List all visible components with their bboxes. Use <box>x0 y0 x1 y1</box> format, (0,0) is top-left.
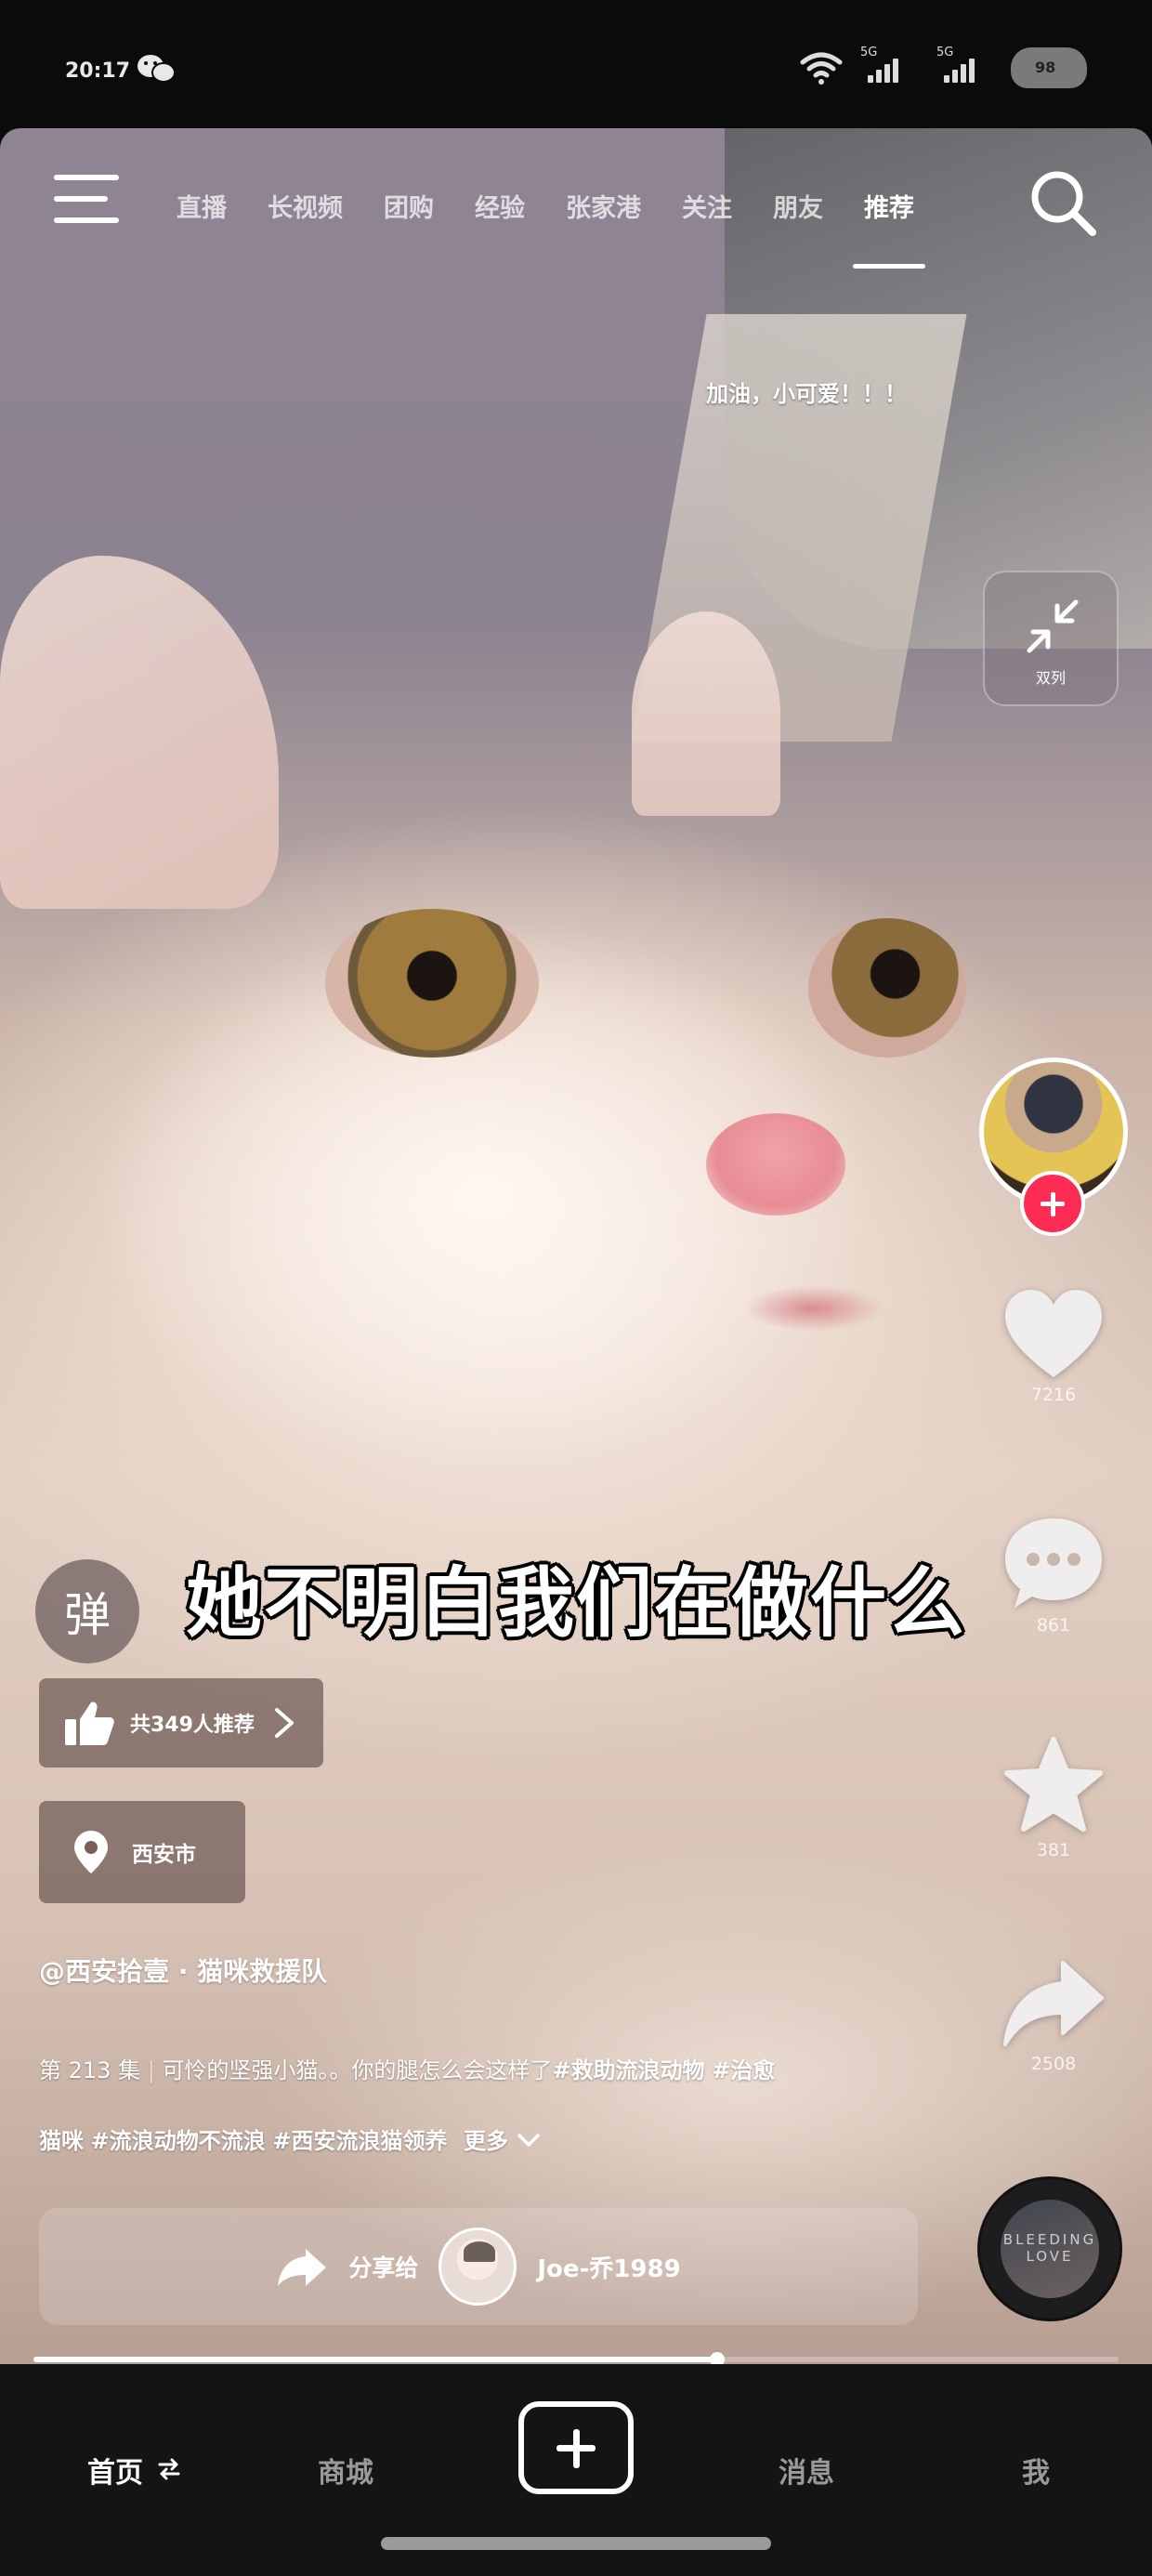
chevron-right-icon <box>274 1708 294 1738</box>
video-cat-ear <box>0 556 279 909</box>
friend-avatar <box>439 2228 517 2306</box>
share-arrow-icon <box>1003 1961 1104 2046</box>
more-label: 更多 <box>464 2128 509 2154</box>
location-pin-icon <box>74 1831 108 1873</box>
video-progress-bar[interactable] <box>33 2352 1119 2367</box>
recommend-label: 共349人推荐 <box>130 1714 255 1737</box>
heart-icon <box>1005 1290 1102 1377</box>
dual-column-button[interactable]: 双列 <box>983 571 1119 706</box>
signal-tag: 5G <box>860 46 878 59</box>
swap-icon <box>158 2458 180 2480</box>
status-time: 20:17 <box>65 59 131 83</box>
like-button[interactable]: 7216 <box>988 1288 1119 1405</box>
tab-experience[interactable]: 经验 <box>475 188 525 224</box>
tab-group-buy[interactable]: 团购 <box>384 188 434 224</box>
wifi-icon <box>800 52 843 85</box>
search-icon[interactable] <box>1026 165 1100 240</box>
favorite-button[interactable]: 381 <box>988 1736 1119 1860</box>
video-cat-eye <box>808 918 966 1058</box>
share-to-friend-bar[interactable]: 分享给 Joe-乔1989 <box>39 2208 918 2325</box>
battery-icon: 98 <box>1011 47 1087 88</box>
hashtag[interactable]: #流浪动物不流浪 <box>91 2128 266 2154</box>
signal-icon: 5G <box>935 46 996 86</box>
signal-icon: 5G <box>858 46 920 86</box>
nav-home-label: 首页 <box>87 2457 143 2490</box>
dual-column-label: 双列 <box>1035 669 1066 687</box>
music-disc[interactable]: BLEEDING LOVE <box>977 2176 1122 2321</box>
top-nav: 直播 长视频 团购 经验 张家港 关注 朋友 推荐 <box>0 128 1152 277</box>
share-button[interactable]: 2508 <box>988 1957 1119 2074</box>
thumbs-up-icon <box>65 1702 114 1745</box>
home-indicator[interactable] <box>381 2537 771 2550</box>
recommend-pill[interactable]: 共349人推荐 <box>39 1678 323 1768</box>
danmaku-toggle-button[interactable]: 弹 <box>35 1559 139 1663</box>
status-right-group: 5G 5G 98 <box>799 45 1087 91</box>
description-text: 可怜的坚强小猫。。你的腿怎么会这样了 <box>162 2057 553 2083</box>
nav-me[interactable]: 我 <box>1022 2450 1050 2491</box>
danmaku-toggle-label: 弹 <box>64 1588 111 1642</box>
video-cat-eye <box>325 909 539 1058</box>
status-bar: 20:17 5G 5G 98 <box>0 0 1152 128</box>
signal-tag: 5G <box>936 46 954 59</box>
nav-mall[interactable]: 商城 <box>318 2450 373 2491</box>
music-disc-text: BLEEDING LOVE <box>1002 2231 1097 2265</box>
hashtag[interactable]: 猫咪 <box>39 2128 84 2154</box>
author-name[interactable]: @西安拾壹 · 猫咪救援队 <box>39 1952 327 1989</box>
follow-plus-icon[interactable] <box>1020 1171 1085 1236</box>
battery-level: 98 <box>1035 59 1056 76</box>
collapse-icon <box>1027 599 1079 653</box>
nav-home[interactable]: 首页 <box>87 2450 182 2491</box>
more-button[interactable]: 更多 <box>464 2128 540 2154</box>
tab-friends[interactable]: 朋友 <box>773 188 823 224</box>
danmaku-comment: 加油，小可爱！！！ <box>706 381 907 407</box>
create-plus-button[interactable] <box>518 2401 634 2494</box>
hashtag[interactable]: #救助流浪动物 <box>552 2057 704 2083</box>
hashtag[interactable]: #西安流浪猫领养 <box>272 2128 447 2154</box>
menu-icon[interactable] <box>54 175 124 230</box>
location-label: 西安市 <box>132 1843 196 1867</box>
share-count: 2508 <box>1030 2054 1077 2074</box>
tab-long-video[interactable]: 长视频 <box>268 188 343 224</box>
episode-label: 第 213 集 <box>39 2057 141 2083</box>
top-tabs: 直播 长视频 团购 经验 张家港 关注 朋友 推荐 <box>177 188 955 269</box>
video-description: 第 213 集 | 可怜的坚强小猫。。你的腿怎么会这样了#救助流浪动物 #治愈 … <box>39 2057 776 2154</box>
video-cat-nose <box>706 1113 845 1216</box>
tab-recommended[interactable]: 推荐 <box>853 188 925 269</box>
video-subtitle: 她不明白我们在做什么 <box>185 1559 966 1648</box>
tab-live[interactable]: 直播 <box>177 188 227 224</box>
tab-following[interactable]: 关注 <box>682 188 732 224</box>
video-cat-mouth <box>743 1285 883 1332</box>
wechat-icon <box>137 55 176 83</box>
favorite-count: 381 <box>1036 1840 1071 1860</box>
nav-messages[interactable]: 消息 <box>779 2450 834 2491</box>
hashtag[interactable]: #治愈 <box>712 2057 775 2083</box>
tab-local-city[interactable]: 张家港 <box>566 188 641 224</box>
share-label: 分享给 <box>348 2254 419 2281</box>
video-progress-fill <box>33 2357 717 2362</box>
share-arrow-icon <box>278 2249 327 2286</box>
location-pill[interactable]: 西安市 <box>39 1801 245 1903</box>
friend-name: Joe-乔1989 <box>537 2254 681 2283</box>
like-count: 7216 <box>1030 1385 1077 1405</box>
video-player[interactable]: 直播 长视频 团购 经验 张家港 关注 朋友 推荐 加油，小可爱！！！ 双列 7… <box>0 128 1152 2364</box>
video-cat-ear <box>632 611 780 816</box>
star-icon <box>1004 1737 1103 1832</box>
chevron-down-icon <box>517 2134 540 2147</box>
